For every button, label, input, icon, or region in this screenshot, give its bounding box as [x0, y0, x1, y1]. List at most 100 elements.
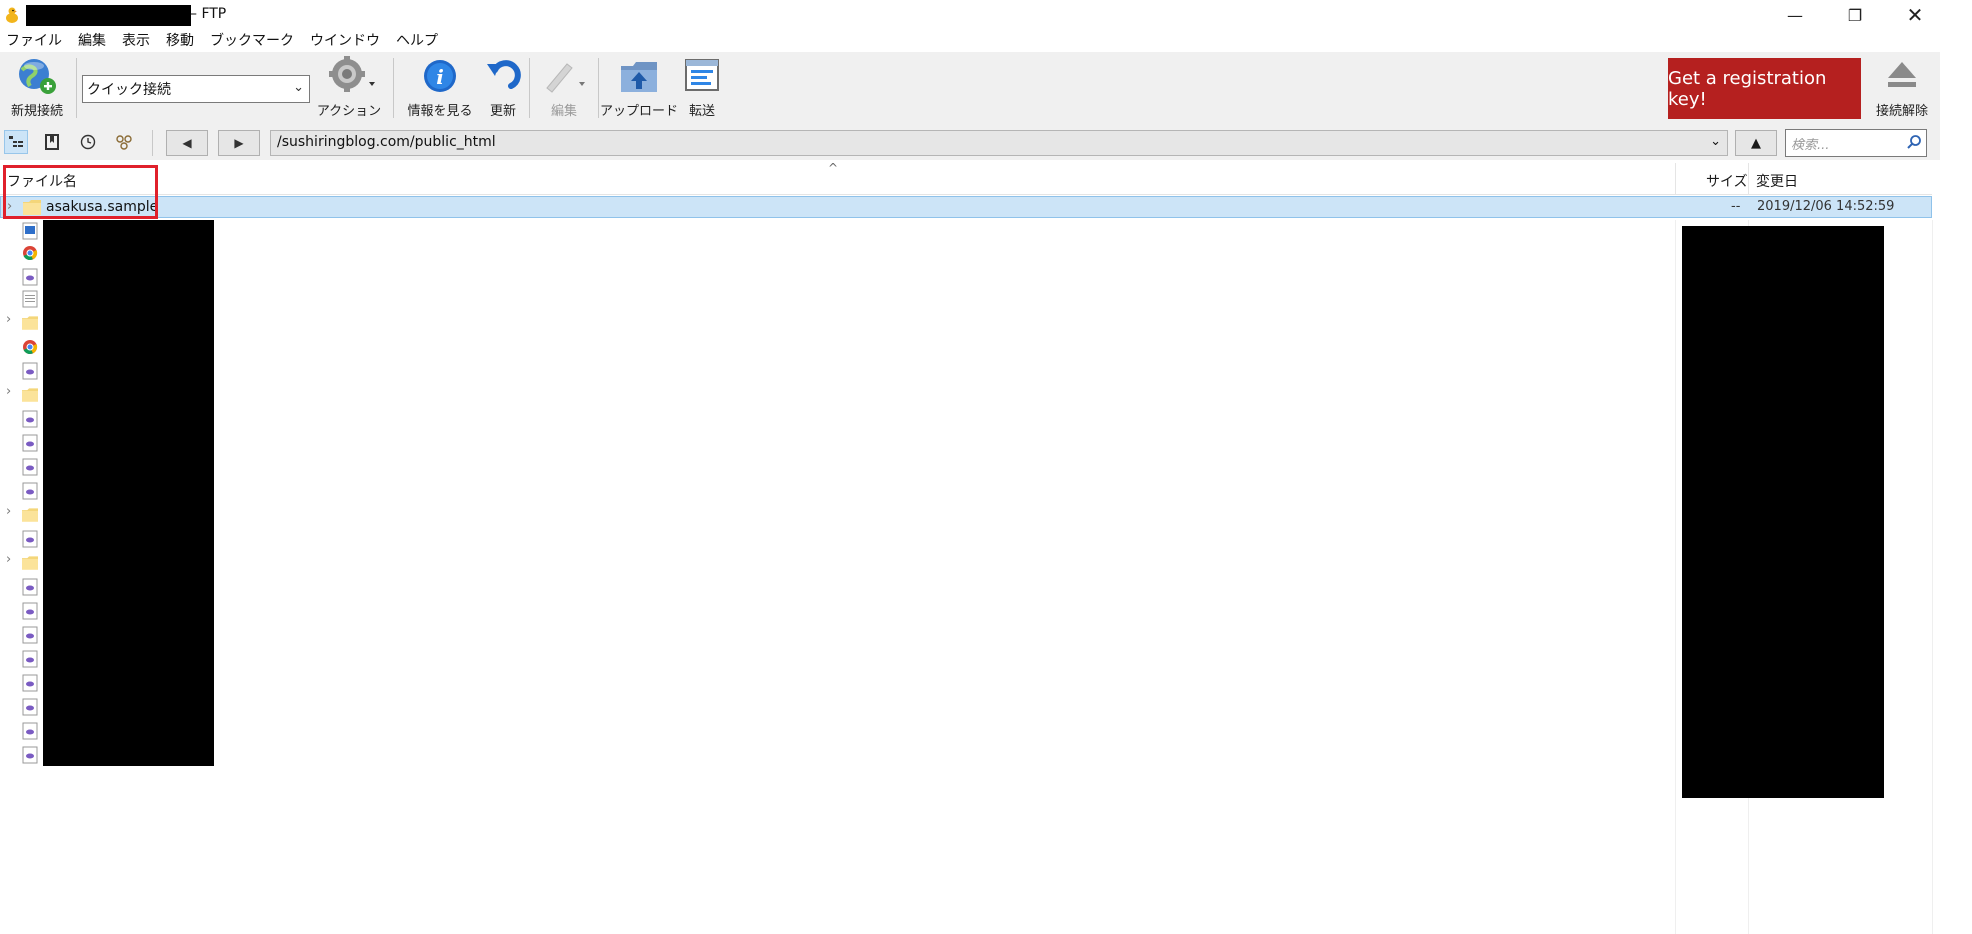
chevron-down-icon: ⌄	[293, 80, 304, 95]
folder-upload-icon	[621, 62, 657, 92]
maximize-button[interactable]: ❐	[1826, 0, 1884, 30]
current-path: /sushiringblog.com/public_html	[277, 134, 496, 150]
row-size: --	[1731, 199, 1741, 214]
php-file-icon	[22, 362, 38, 380]
history-clock-icon[interactable]	[76, 130, 100, 154]
upload-label: アップロード	[600, 104, 679, 119]
path-select[interactable]: /sushiringblog.com/public_html ⌄	[270, 130, 1728, 156]
gear-icon	[329, 56, 375, 92]
column-modified[interactable]: 変更日	[1756, 171, 1798, 191]
navigation-bar: ◀ ▶ /sushiringblog.com/public_html ⌄ ▲ 検…	[0, 124, 1940, 160]
forward-button[interactable]: ▶	[218, 130, 260, 156]
search-placeholder: 検索...	[1791, 138, 1830, 153]
php-file-icon	[22, 626, 38, 644]
info-icon: i	[424, 60, 456, 92]
php-file-icon	[22, 482, 38, 500]
info-label: 情報を見る	[407, 104, 473, 119]
column-guide	[1932, 220, 1933, 934]
table-row[interactable]: › asakusa.sample -- 2019/12/06 14:52:59	[0, 196, 1932, 218]
toolbar-separator	[598, 58, 599, 118]
edit-label: 編集	[550, 104, 577, 119]
back-button[interactable]: ◀	[166, 130, 208, 156]
nav-separator	[152, 130, 153, 156]
up-arrow-icon: ▲	[1751, 135, 1761, 151]
minimize-button[interactable]: —	[1766, 0, 1824, 30]
bonjour-icon[interactable]	[112, 130, 136, 154]
php-file-icon	[22, 530, 38, 548]
chrome-file-icon	[23, 246, 38, 261]
php-file-icon	[22, 578, 38, 596]
menu-view[interactable]: 表示	[122, 30, 150, 52]
transfer-label: 転送	[688, 104, 715, 119]
toolbar: 新規接続 クイック接続 ⌄ アクション i 情報を見る 更新 編集 アップロード…	[0, 52, 1940, 124]
parent-directory-button[interactable]: ▲	[1735, 130, 1777, 156]
forward-arrow-icon: ▶	[234, 136, 244, 150]
upload-button[interactable]: アップロード	[600, 56, 678, 120]
chevron-right-icon[interactable]: ›	[6, 312, 11, 327]
menu-window[interactable]: ウインドウ	[310, 30, 380, 52]
file-icon-column: › › › ›	[0, 220, 44, 770]
column-divider	[1748, 163, 1749, 195]
highlight-annotation	[3, 165, 158, 219]
filename-redaction	[43, 220, 214, 766]
folder-icon	[22, 316, 38, 330]
new-connection-button[interactable]: 新規接続	[4, 56, 70, 120]
toolbar-separator	[529, 58, 530, 118]
column-guide	[1675, 220, 1676, 934]
chevron-right-icon[interactable]: ›	[6, 504, 11, 519]
column-divider	[1675, 163, 1676, 195]
php-file-icon	[22, 674, 38, 692]
image-file-icon	[22, 222, 38, 240]
edit-button[interactable]: 編集	[534, 56, 594, 120]
quick-connect-value: クイック接続	[87, 82, 171, 98]
title-redaction	[26, 5, 191, 26]
title-bar: – FTP — ❐ ✕	[0, 0, 1972, 30]
folder-icon	[22, 556, 38, 570]
eject-icon	[1888, 62, 1916, 87]
transfer-button[interactable]: 転送	[680, 56, 724, 120]
chevron-down-icon: ⌄	[1710, 134, 1721, 149]
column-size[interactable]: サイズ	[1706, 171, 1748, 191]
php-file-icon	[22, 602, 38, 620]
folder-icon	[22, 508, 38, 522]
info-button[interactable]: i 情報を見る	[404, 56, 476, 120]
close-button[interactable]: ✕	[1886, 0, 1944, 30]
row-modified: 2019/12/06 14:52:59	[1757, 199, 1895, 214]
menu-edit[interactable]: 編集	[78, 30, 106, 52]
php-file-icon	[22, 410, 38, 428]
refresh-button[interactable]: 更新	[480, 56, 526, 120]
php-file-icon	[22, 434, 38, 452]
refresh-icon	[487, 60, 521, 89]
php-file-icon	[22, 722, 38, 740]
php-file-icon	[22, 746, 38, 764]
chevron-right-icon[interactable]: ›	[6, 552, 11, 567]
window-title: – FTP	[190, 6, 227, 22]
quick-connect-select[interactable]: クイック接続 ⌄	[82, 75, 310, 103]
menu-help[interactable]: ヘルプ	[396, 30, 438, 52]
php-file-icon	[22, 698, 38, 716]
duck-app-icon	[6, 7, 18, 23]
registration-key-button[interactable]: Get a registration key!	[1668, 58, 1861, 119]
details-redaction	[1682, 226, 1884, 798]
globe-plus-icon	[19, 59, 56, 94]
action-button[interactable]: アクション	[314, 56, 384, 120]
chrome-file-icon	[23, 340, 38, 355]
php-file-icon	[22, 268, 38, 286]
sort-caret-icon: ^	[828, 161, 839, 175]
search-input[interactable]: 検索...	[1785, 129, 1927, 157]
transfer-list-icon	[685, 59, 719, 91]
svg-text:i: i	[436, 65, 444, 89]
toolbar-separator	[76, 58, 77, 118]
menu-go[interactable]: 移動	[166, 30, 194, 52]
toolbar-separator	[393, 58, 394, 118]
menu-file[interactable]: ファイル	[6, 30, 62, 52]
menu-bookmark[interactable]: ブックマーク	[210, 30, 294, 52]
chevron-right-icon[interactable]: ›	[6, 384, 11, 399]
refresh-label: 更新	[489, 104, 516, 119]
disconnect-button[interactable]: 接続解除	[1868, 56, 1936, 120]
back-arrow-icon: ◀	[182, 136, 192, 150]
php-file-icon	[22, 650, 38, 668]
bookmark-icon[interactable]	[40, 130, 64, 154]
browser-view-icon[interactable]	[4, 130, 28, 154]
pencil-icon	[546, 63, 585, 93]
